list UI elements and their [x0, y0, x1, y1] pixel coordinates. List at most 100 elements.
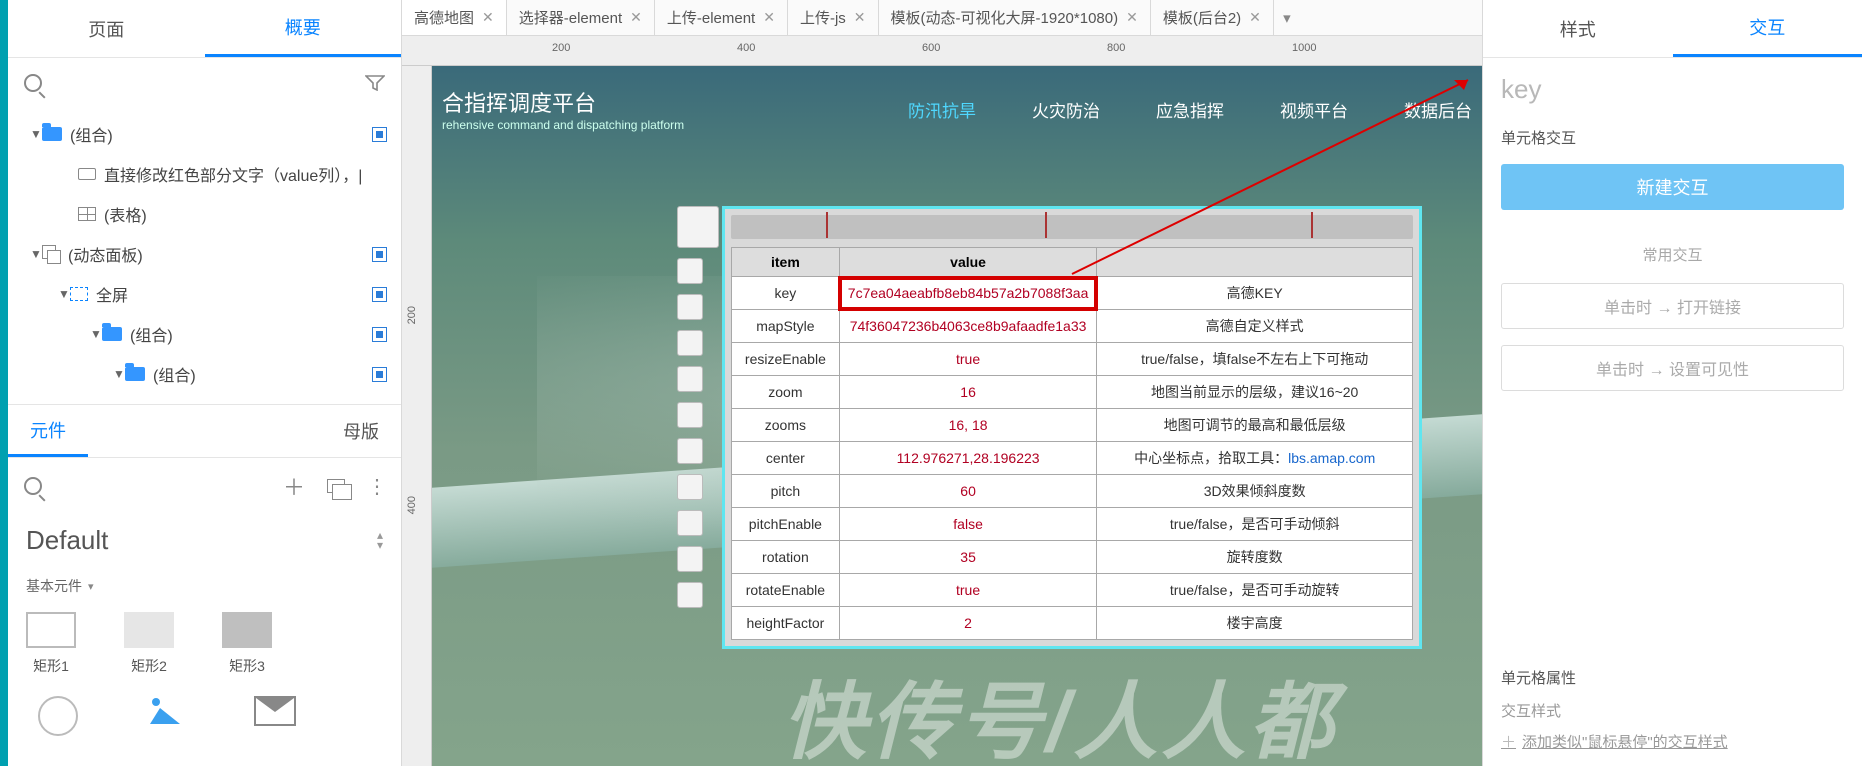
tab-overflow[interactable]: ▾: [1274, 0, 1300, 35]
search-icon[interactable]: [24, 74, 42, 92]
table-row[interactable]: rotation35旋转度数: [732, 541, 1413, 574]
resize-handle[interactable]: [677, 510, 703, 536]
shape-2[interactable]: 矩形2: [124, 612, 174, 676]
tree-item[interactable]: 直接修改红色部分文字（value列），|: [8, 154, 401, 194]
shape-3[interactable]: 矩形3: [222, 612, 272, 676]
tree-item[interactable]: (表格): [8, 194, 401, 234]
folder-icon: [42, 127, 62, 141]
hero-subtitle: rehensive command and dispatching platfo…: [432, 118, 684, 132]
shape-1[interactable]: 矩形1: [26, 612, 76, 676]
config-table-widget[interactable]: itemvaluekey7c7ea04aeabfb8eb84b57a2b7088…: [722, 206, 1422, 649]
state-indicator: [372, 327, 387, 342]
tab-masters[interactable]: 母版: [321, 405, 401, 457]
config-table: itemvaluekey7c7ea04aeabfb8eb84b57a2b7088…: [731, 247, 1413, 640]
close-icon[interactable]: ✕: [1126, 9, 1138, 26]
tab-style[interactable]: 样式: [1483, 0, 1673, 57]
envelope-icon[interactable]: [254, 696, 296, 726]
close-icon[interactable]: ✕: [763, 9, 775, 26]
ruler-vertical: 200400: [402, 66, 432, 766]
resize-handle[interactable]: [677, 438, 703, 464]
document-tab[interactable]: 高德地图✕: [402, 0, 507, 35]
state-indicator: [372, 367, 387, 382]
folder-icon: [102, 327, 122, 341]
tree-item[interactable]: ▼(组合): [8, 354, 401, 394]
library-icon[interactable]: [327, 479, 345, 493]
hero-title: 合指挥调度平台: [432, 86, 684, 118]
state-indicator: [372, 287, 387, 302]
table-row[interactable]: rotateEnabletruetrue/false，是否可手动旋转: [732, 574, 1413, 607]
library-select[interactable]: Default ▴▾: [8, 514, 401, 566]
resize-handle[interactable]: [677, 402, 703, 428]
tree-item[interactable]: ▼(组合): [8, 114, 401, 154]
document-tab[interactable]: 上传-element✕: [655, 0, 788, 35]
col-desc: [1097, 248, 1413, 277]
nav-link[interactable]: 视频平台: [1280, 97, 1348, 122]
tab-widgets[interactable]: 元件: [8, 405, 88, 457]
section-basic[interactable]: 基本元件: [8, 566, 401, 606]
table-row[interactable]: key7c7ea04aeabfb8eb84b57a2b7088f3aa高德KEY: [732, 277, 1413, 310]
nav-link[interactable]: 应急指挥: [1156, 97, 1224, 122]
document-tab[interactable]: 模板(后台2)✕: [1151, 0, 1274, 35]
selected-widget-name: key: [1483, 58, 1862, 121]
table-row[interactable]: zoom16地图当前显示的层级，建议16~20: [732, 376, 1413, 409]
table-row[interactable]: center112.976271,28.196223中心坐标点，拾取工具：lbs…: [732, 442, 1413, 475]
table-row[interactable]: zooms16, 18地图可调节的最高和最低层级: [732, 409, 1413, 442]
more-icon[interactable]: ⋮: [367, 474, 385, 499]
outline-tree: ▼(组合)直接修改红色部分文字（value列），|(表格)▼(动态面板)▼全屏▼…: [8, 108, 401, 404]
tab-outline[interactable]: 概要: [205, 0, 402, 57]
add-icon[interactable]: ＋: [283, 470, 305, 502]
add-ix-style-link[interactable]: ＋添加类似"鼠标悬停"的交互样式: [1483, 727, 1862, 756]
resize-handle[interactable]: [677, 582, 703, 608]
section-cell-props: 单元格属性: [1483, 661, 1862, 694]
nav-link[interactable]: 防汛抗旱: [908, 97, 976, 122]
ellipse-icon[interactable]: [38, 696, 78, 736]
ruler-horizontal: 2004006008001000: [402, 36, 1482, 66]
section-cell-ix: 单元格交互: [1483, 121, 1862, 154]
tree-item[interactable]: ▼全屏: [8, 274, 401, 314]
slider[interactable]: [731, 215, 1413, 239]
close-icon[interactable]: ✕: [630, 9, 642, 26]
table-row[interactable]: resizeEnabletruetrue/false，填false不左右上下可拖…: [732, 343, 1413, 376]
tab-pages[interactable]: 页面: [8, 0, 205, 57]
folder-icon: [125, 367, 145, 381]
col-value: value: [839, 248, 1097, 277]
nav-link[interactable]: 火灾防治: [1032, 97, 1100, 122]
resize-handle[interactable]: [677, 546, 703, 572]
table-row[interactable]: heightFactor2楼宇高度: [732, 607, 1413, 640]
document-tab[interactable]: 上传-js✕: [788, 0, 879, 35]
resize-handle[interactable]: [677, 294, 703, 320]
gridic-icon: [78, 207, 96, 221]
preset-click-openlink[interactable]: 单击时 → 打开链接: [1501, 283, 1844, 329]
tab-interactions[interactable]: 交互: [1673, 0, 1862, 57]
tree-item[interactable]: ▼(动态面板): [8, 234, 401, 274]
resize-handle[interactable]: [677, 330, 703, 356]
close-icon[interactable]: ✕: [854, 9, 866, 26]
resize-handle[interactable]: [677, 474, 703, 500]
close-icon[interactable]: ✕: [482, 9, 494, 26]
document-tab[interactable]: 模板(动态-可视化大屏-1920*1080)✕: [879, 0, 1151, 35]
canvas-area: 高德地图✕选择器-element✕上传-element✕上传-js✕模板(动态-…: [402, 0, 1482, 766]
resize-handle[interactable]: [677, 258, 703, 284]
table-row[interactable]: mapStyle74f36047236b4063ce8b9afaadfe1a33…: [732, 310, 1413, 343]
sq-icon: [78, 168, 96, 180]
new-interaction-button[interactable]: 新建交互: [1501, 164, 1844, 210]
image-icon[interactable]: [146, 696, 186, 728]
document-tab[interactable]: 选择器-element✕: [507, 0, 655, 35]
state-indicator: [372, 127, 387, 142]
section-common-ix: 常用交互: [1483, 238, 1862, 283]
preset-click-visibility[interactable]: 单击时 → 设置可见性: [1501, 345, 1844, 391]
nav-link[interactable]: 数据后台: [1404, 97, 1472, 122]
filter-icon[interactable]: [365, 75, 385, 91]
table-row[interactable]: pitchEnablefalsetrue/false，是否可手动倾斜: [732, 508, 1413, 541]
canvas[interactable]: 合指挥调度平台 rehensive command and dispatchin…: [432, 66, 1482, 766]
search-icon[interactable]: [24, 477, 42, 495]
close-icon[interactable]: ✕: [1249, 9, 1261, 26]
section-ix-style: 交互样式: [1483, 694, 1862, 727]
inspector-panel: 样式 交互 key 单元格交互 新建交互 常用交互 单击时 → 打开链接 单击时…: [1482, 0, 1862, 766]
resize-handle[interactable]: [677, 366, 703, 392]
dashed-icon: [70, 287, 88, 301]
tree-item[interactable]: ▼(组合): [8, 314, 401, 354]
table-row[interactable]: pitch603D效果倾斜度数: [732, 475, 1413, 508]
watermark: 快传号/人人都: [782, 655, 1337, 766]
resize-handle[interactable]: [677, 206, 719, 248]
